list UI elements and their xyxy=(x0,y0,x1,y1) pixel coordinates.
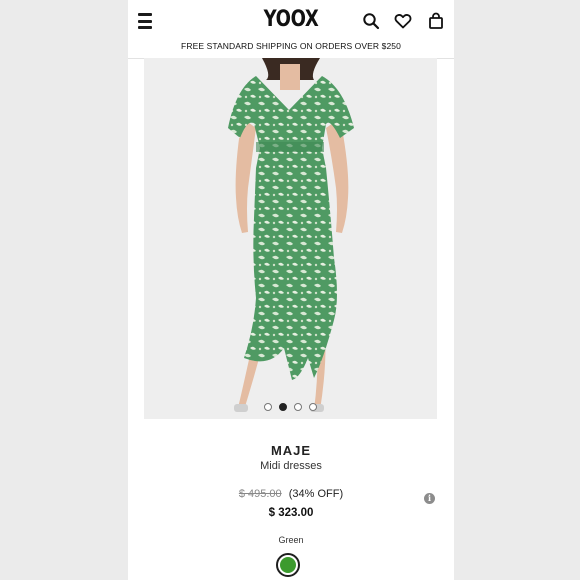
color-label: Green xyxy=(278,535,304,545)
background-right xyxy=(454,0,580,580)
price-row: $ 495.00 (34% OFF) xyxy=(128,488,454,500)
carousel-dots xyxy=(144,403,437,413)
info-icon[interactable]: i xyxy=(424,493,435,504)
color-swatch-fill xyxy=(280,557,296,573)
top-bar: YOOX FREE STANDARD SHIPPING ON ORDERS OV… xyxy=(128,0,454,59)
carousel-dot-active[interactable] xyxy=(279,403,287,411)
shipping-banner: FREE STANDARD SHIPPING ON ORDERS OVER $2… xyxy=(181,41,401,51)
menu-icon[interactable] xyxy=(138,13,152,29)
original-price: $ 495.00 xyxy=(238,488,282,500)
yoox-logo[interactable]: YOOX xyxy=(157,7,424,32)
color-swatch-green[interactable] xyxy=(276,553,300,577)
product-image[interactable] xyxy=(144,58,437,419)
bag-icon[interactable] xyxy=(427,12,445,30)
product-category: Midi dresses xyxy=(260,460,322,472)
carousel-dot[interactable] xyxy=(264,403,272,411)
discount-label: (34% OFF) xyxy=(288,488,344,500)
carousel-dot[interactable] xyxy=(309,403,317,411)
search-icon[interactable] xyxy=(362,12,380,30)
background-left xyxy=(0,0,128,580)
model-illustration xyxy=(144,58,437,419)
sale-price: $ 323.00 xyxy=(268,507,314,519)
carousel-dot[interactable] xyxy=(294,403,302,411)
phone-screen: YOOX FREE STANDARD SHIPPING ON ORDERS OV… xyxy=(128,0,454,580)
heart-icon[interactable] xyxy=(394,12,412,30)
product-brand[interactable]: MAJE xyxy=(128,443,454,458)
